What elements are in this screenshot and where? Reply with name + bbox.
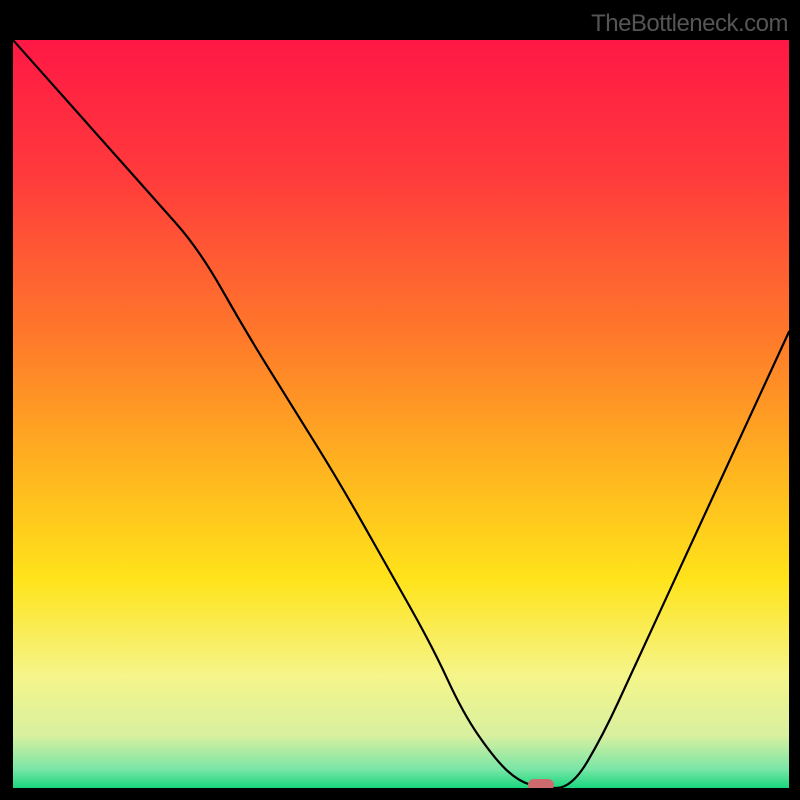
plot-area [13,40,789,788]
chart-container: TheBottleneck.com [0,0,800,800]
bottleneck-curve [13,40,789,788]
optimal-marker [528,779,554,788]
watermark-text: TheBottleneck.com [591,10,788,38]
